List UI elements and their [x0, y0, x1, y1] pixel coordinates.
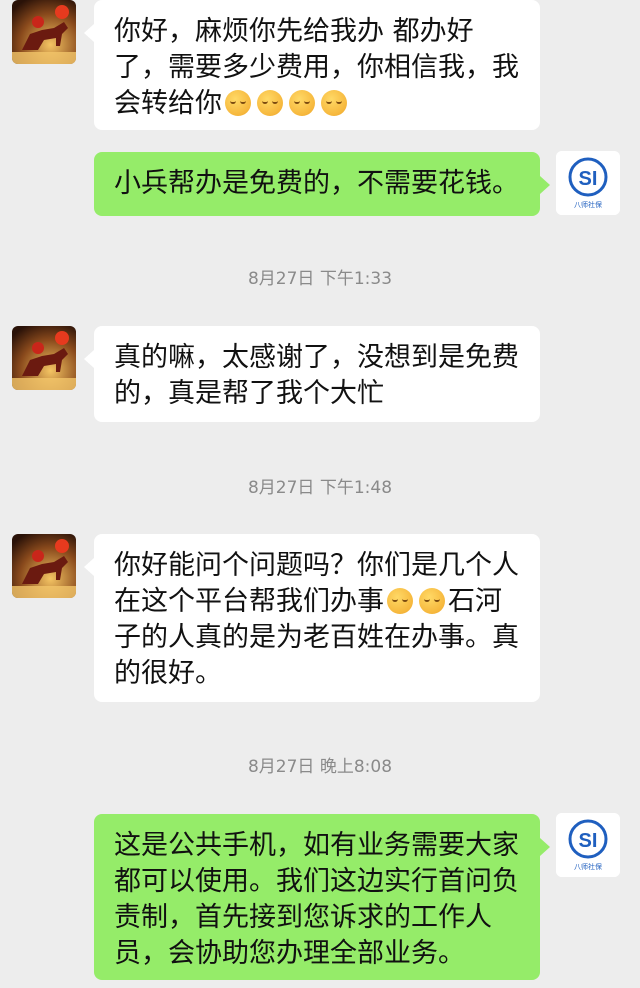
horse-rider-avatar-icon [12, 0, 76, 64]
message-bubble-outgoing[interactable]: 这是公共手机，如有业务需要大家都可以使用。我们这边实行首问负责制，首先接到您诉求… [94, 814, 550, 980]
message-bubble-outgoing[interactable]: 小兵帮办是免费的，不需要花钱。 [94, 152, 550, 216]
social-security-logo-icon: SI 八师社保 [556, 151, 620, 215]
blushing-face-icon [387, 588, 413, 614]
message-bubble-incoming[interactable]: 真的嘛，太感谢了，没想到是免费的，真是帮了我个大忙 [84, 326, 540, 422]
service-avatar[interactable]: SI 八师社保 [556, 813, 620, 877]
timestamp: 8月27日 下午1:33 [247, 269, 393, 289]
contact-avatar[interactable] [12, 326, 76, 390]
message-text: 真的嘛，太感谢了，没想到是免费的，真是帮了我个大忙 [114, 342, 519, 409]
contact-avatar[interactable] [12, 534, 76, 598]
social-security-logo-icon: SI 八师社保 [556, 813, 620, 877]
svg-text:SI: SI [579, 168, 598, 190]
timestamp: 8月27日 晚上8:08 [247, 757, 393, 777]
blushing-face-icon [225, 90, 251, 116]
blushing-face-icon [419, 588, 445, 614]
message-bubble-incoming[interactable]: 你好能问个问题吗？你们是几个人在这个平台帮我们办事 石河子的人真的是为老百姓在办事… [84, 534, 540, 702]
timestamp: 8月27日 下午1:48 [247, 478, 393, 498]
blushing-face-icon [257, 90, 283, 116]
blushing-face-icon [321, 90, 347, 116]
svg-text:SI: SI [579, 830, 598, 852]
contact-avatar[interactable] [12, 0, 76, 64]
blushing-face-icon [289, 90, 315, 116]
chat-window: 你好，麻烦你先给我办 都办好了，需要多少费用，你相信我，我会转给你 小兵帮办是免… [0, 0, 640, 988]
service-avatar[interactable]: SI 八师社保 [556, 151, 620, 215]
message-text: 这是公共手机，如有业务需要大家都可以使用。我们这边实行首问负责制，首先接到您诉求… [114, 830, 519, 969]
message-text: 你好，麻烦你先给我办 都办好了，需要多少费用，你相信我，我会转给你 [114, 16, 519, 119]
message-bubble-incoming[interactable]: 你好，麻烦你先给我办 都办好了，需要多少费用，你相信我，我会转给你 [84, 0, 540, 130]
svg-text:八师社保: 八师社保 [574, 200, 602, 209]
message-text: 小兵帮办是免费的，不需要花钱。 [114, 168, 519, 199]
horse-rider-avatar-icon [12, 326, 76, 390]
svg-text:八师社保: 八师社保 [574, 862, 602, 871]
horse-rider-avatar-icon [12, 534, 76, 598]
